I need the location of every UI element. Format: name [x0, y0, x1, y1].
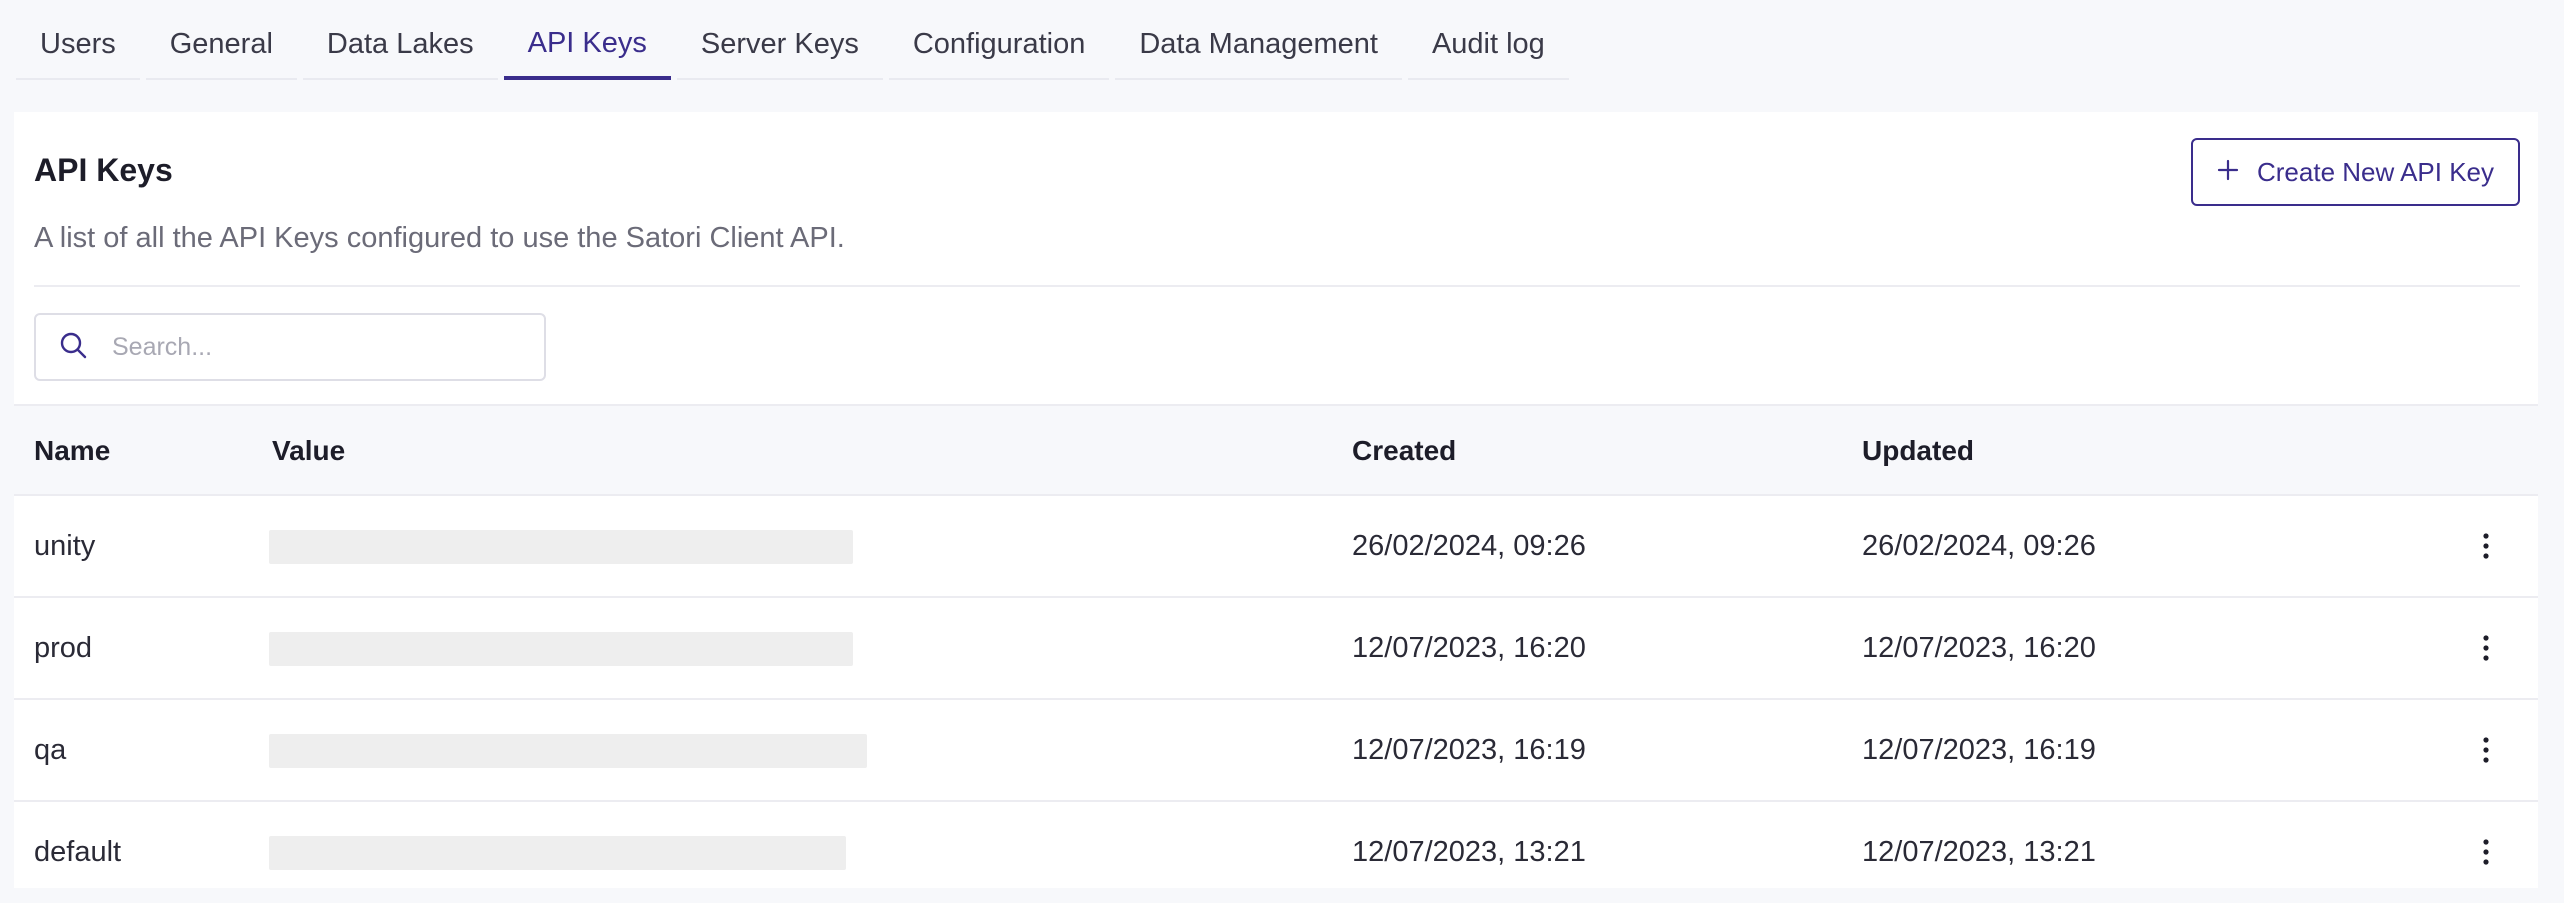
row-created: 12/07/2023, 13:21: [1352, 835, 1586, 868]
row-name: prod: [34, 631, 93, 664]
table-row[interactable]: unity 26/02/2024, 09:26 26/02/2024, 09:2…: [14, 496, 2538, 598]
tab-audit-log[interactable]: Audit log: [1407, 10, 1569, 80]
column-header-name[interactable]: Name: [34, 406, 110, 496]
row-menu-button[interactable]: [2466, 628, 2506, 668]
row-name: qa: [34, 733, 67, 766]
table-row[interactable]: prod 12/07/2023, 16:20 12/07/2023, 16:20: [14, 598, 2538, 700]
row-updated: 12/07/2023, 16:19: [1862, 733, 2096, 766]
row-menu-button[interactable]: [2466, 832, 2506, 872]
row-name: default: [34, 835, 122, 868]
column-header-value[interactable]: Value: [272, 406, 345, 496]
page-description: A list of all the API Keys configured to…: [34, 222, 845, 254]
row-name: unity: [34, 529, 96, 562]
tab-data-lakes[interactable]: Data Lakes: [302, 10, 498, 80]
column-header-created[interactable]: Created: [1352, 406, 1456, 496]
row-created: 12/07/2023, 16:19: [1352, 733, 1586, 766]
tab-server-keys[interactable]: Server Keys: [676, 10, 883, 80]
tab-data-management[interactable]: Data Management: [1115, 10, 1402, 80]
row-created: 12/07/2023, 16:20: [1352, 631, 1586, 664]
redacted-key-value: [269, 632, 853, 666]
row-updated: 26/02/2024, 09:26: [1862, 529, 2096, 562]
kebab-menu-icon: [2483, 839, 2489, 865]
kebab-menu-icon: [2483, 533, 2489, 559]
tab-configuration[interactable]: Configuration: [888, 10, 1110, 80]
tab-bar: Users General Data Lakes API Keys Server…: [16, 10, 1575, 82]
table-row[interactable]: default 12/07/2023, 13:21 12/07/2023, 13…: [14, 802, 2538, 888]
row-menu-button[interactable]: [2466, 730, 2506, 770]
row-menu-button[interactable]: [2466, 526, 2506, 566]
tab-general[interactable]: General: [145, 10, 297, 80]
redacted-key-value: [269, 836, 846, 870]
row-updated: 12/07/2023, 16:20: [1862, 631, 2096, 664]
create-api-key-label: Create New API Key: [2257, 156, 2494, 187]
create-api-key-button[interactable]: Create New API Key: [2191, 138, 2520, 206]
redacted-key-value: [269, 734, 867, 768]
row-updated: 12/07/2023, 13:21: [1862, 835, 2096, 868]
table-header: Name Value Created Updated: [14, 404, 2538, 496]
tab-users[interactable]: Users: [16, 10, 140, 80]
search-icon: [58, 330, 88, 365]
search-input[interactable]: [112, 332, 512, 362]
header-divider: [34, 285, 2520, 287]
column-header-updated[interactable]: Updated: [1862, 406, 1974, 496]
redacted-key-value: [269, 530, 853, 564]
tab-api-keys[interactable]: API Keys: [503, 10, 671, 80]
search-box[interactable]: [34, 313, 546, 381]
table-row[interactable]: qa 12/07/2023, 16:19 12/07/2023, 16:19: [14, 700, 2538, 802]
api-keys-card: API Keys A list of all the API Keys conf…: [14, 112, 2538, 888]
page-title: API Keys: [34, 152, 173, 188]
row-created: 26/02/2024, 09:26: [1352, 529, 1586, 562]
plus-icon: [2217, 157, 2239, 188]
kebab-menu-icon: [2483, 635, 2489, 661]
kebab-menu-icon: [2483, 737, 2489, 763]
